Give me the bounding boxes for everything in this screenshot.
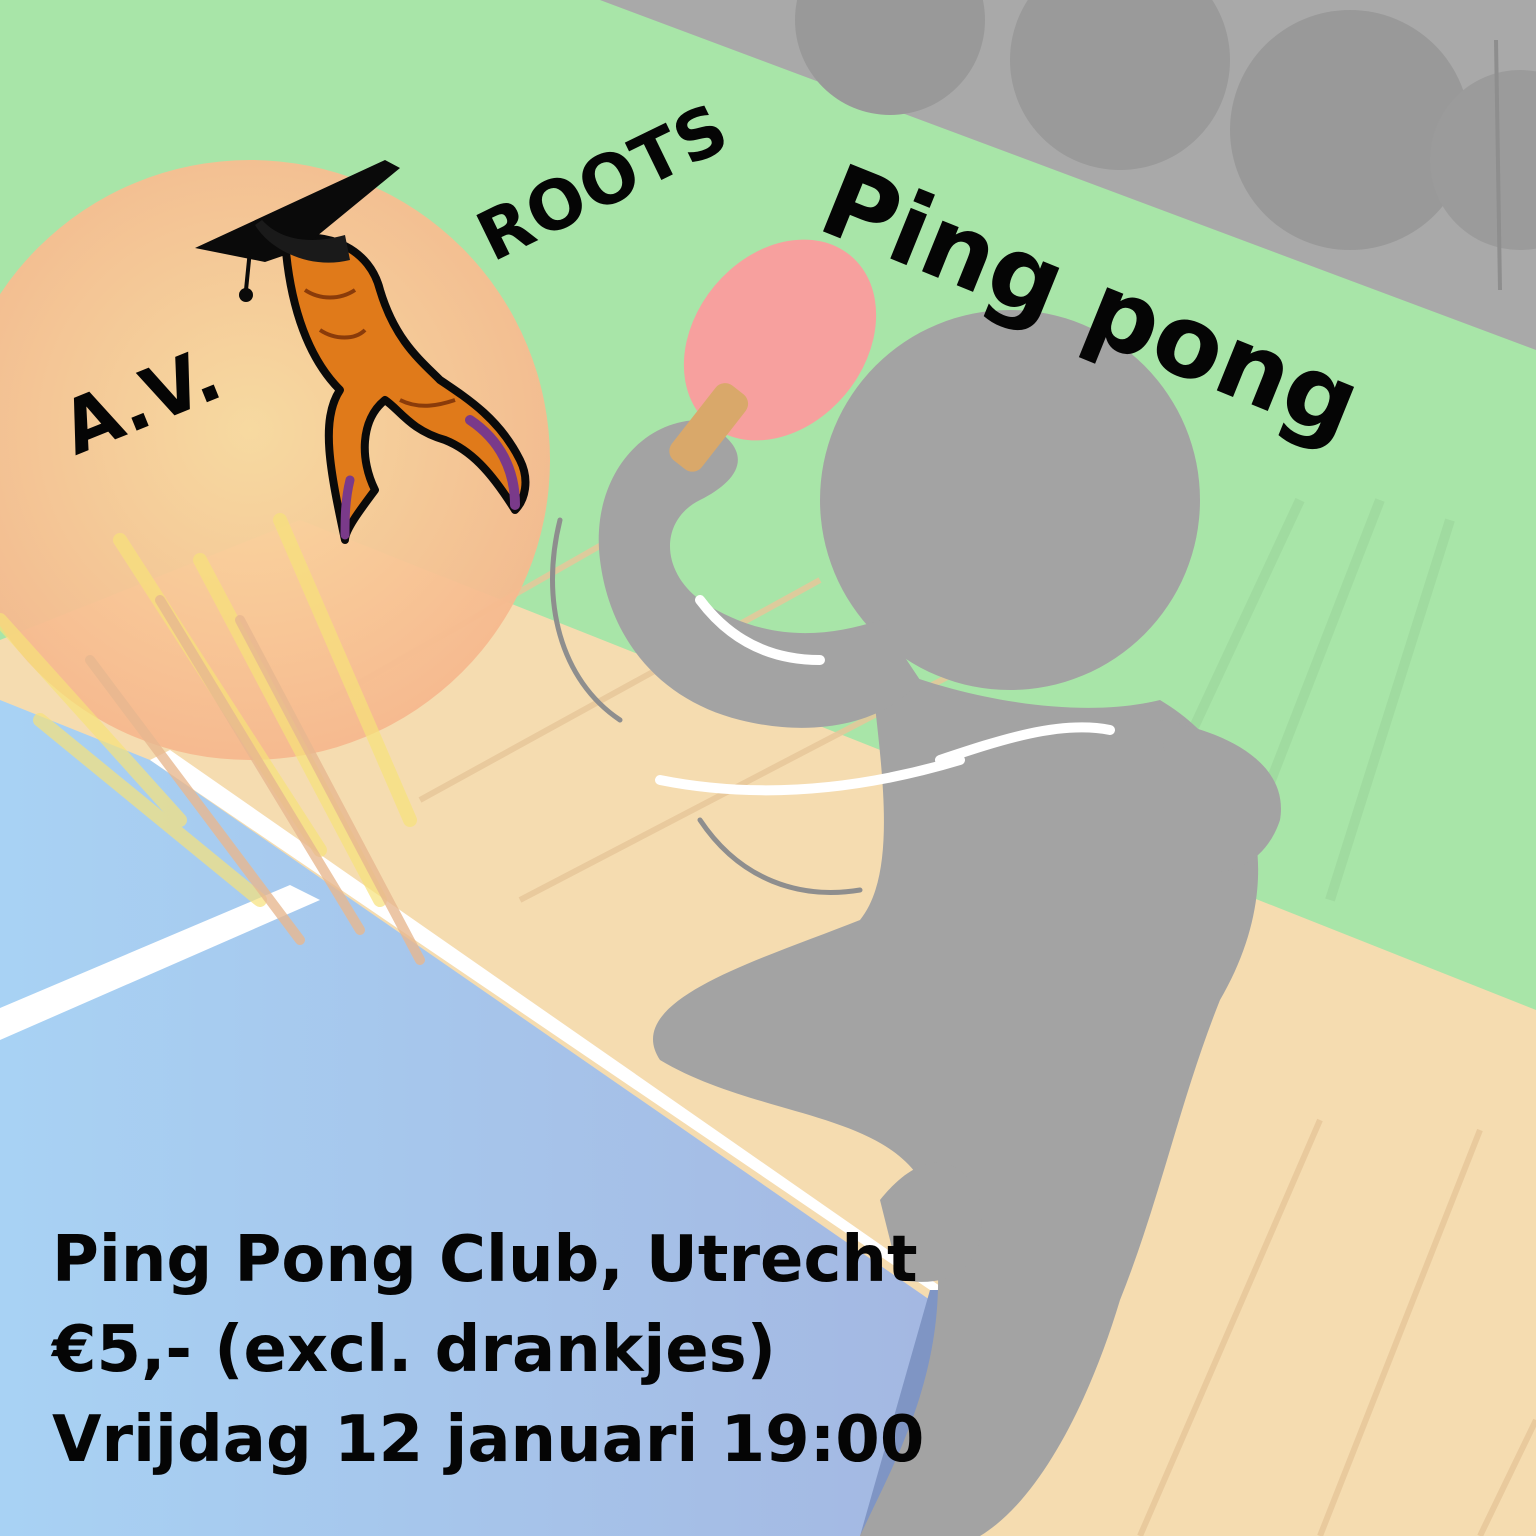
ping-pong-illustration: [0, 0, 1536, 1536]
event-venue: Ping Pong Club, Utrecht: [52, 1223, 918, 1297]
event-poster: A.V. ROOTS Ping pong Ping Pong Club, Utr…: [0, 0, 1536, 1536]
event-price: €5,- (excl. drankjes): [52, 1313, 776, 1387]
event-datetime: Vrijdag 12 januari 19:00: [52, 1403, 925, 1477]
